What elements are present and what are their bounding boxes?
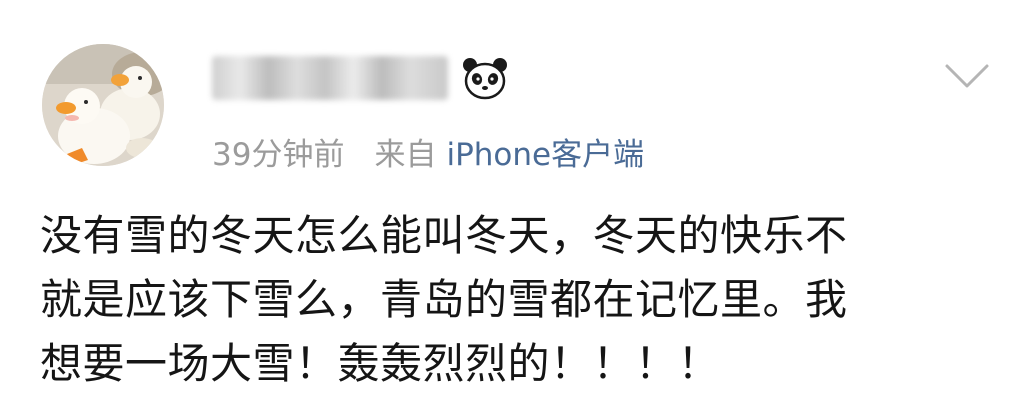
weibo-post: 39分钟前 来自 iPhone客户端 没有雪的冬天怎么能叫冬天，冬天的快乐不 就… [0, 0, 1024, 412]
chevron-down-icon[interactable] [944, 62, 990, 90]
post-time: 39分钟前 [212, 136, 345, 173]
content-line: 没有雪的冬天怎么能叫冬天，冬天的快乐不 [40, 211, 848, 260]
post-meta: 39分钟前 来自 iPhone客户端 [212, 128, 644, 174]
post-content: 没有雪的冬天怎么能叫冬天，冬天的快乐不 就是应该下雪么，青岛的雪都在记忆里。我 … [40, 204, 1000, 396]
content-line: 就是应该下雪么，青岛的雪都在记忆里。我 [40, 275, 848, 324]
panda-badge-icon [463, 58, 507, 100]
avatar[interactable] [42, 44, 164, 166]
source-prefix: 来自 [374, 136, 437, 173]
avatar-duck-plush-image [42, 44, 164, 166]
source-link[interactable]: iPhone客户端 [446, 129, 644, 174]
username-blurred[interactable] [212, 56, 448, 100]
content-line: 想要一场大雪！轰轰烈烈的！！！！ [40, 339, 721, 388]
